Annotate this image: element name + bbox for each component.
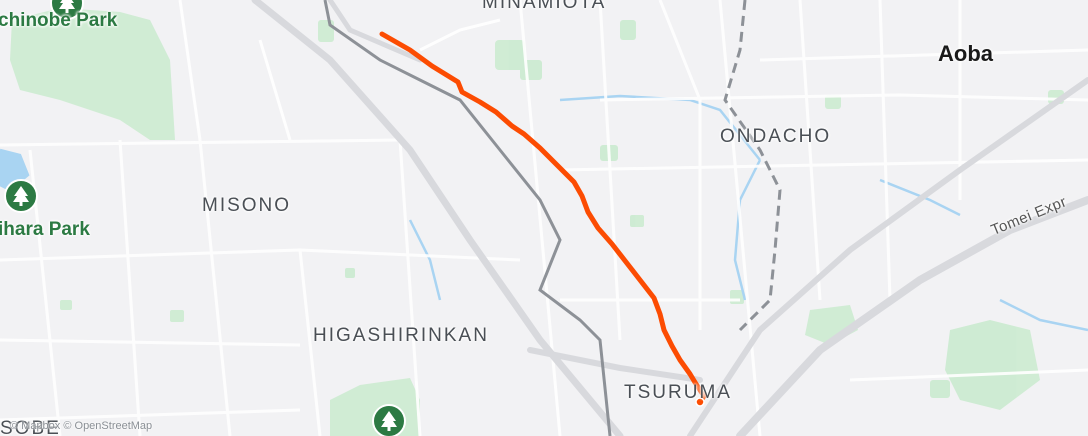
map-attribution[interactable]: © Mapbox © OpenStreetMap (10, 420, 152, 432)
tree-icon (372, 404, 406, 436)
area-label-minamiota: MINAMIOTA (482, 0, 607, 13)
area-label-tsuruma: TSURUMA (624, 382, 732, 403)
park-label-top: chinobe Park (0, 10, 118, 31)
area-label-higashirinkan: HIGASHIRINKAN (313, 325, 489, 346)
tree-icon (4, 179, 38, 213)
area-label-misono: MISONO (202, 195, 292, 216)
area-label-aoba: Aoba (938, 41, 993, 66)
park-areas (10, 8, 1064, 436)
map-canvas[interactable]: chinobe Park ihara Park MINAMIOTA Aoba O… (0, 0, 1088, 436)
area-label-ondacho: ONDACHO (720, 126, 832, 147)
park-label-left: ihara Park (0, 219, 90, 240)
map-base-layer (0, 0, 1088, 436)
